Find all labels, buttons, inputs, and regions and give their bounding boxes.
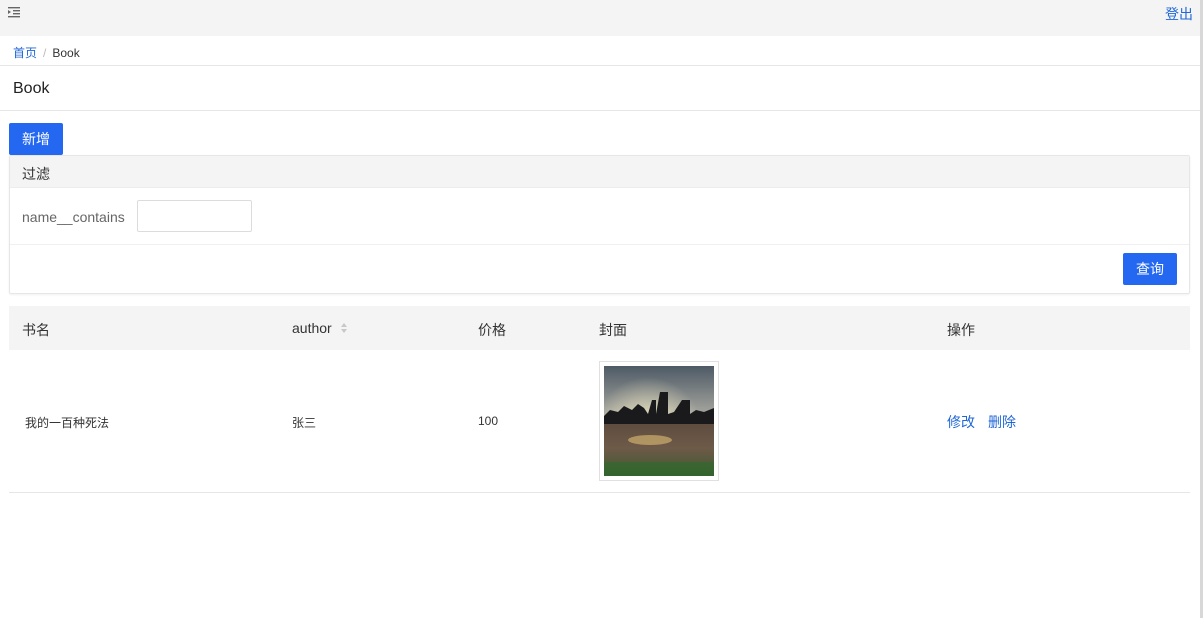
sort-icon[interactable] xyxy=(340,321,348,337)
cover-image[interactable] xyxy=(599,361,719,481)
breadcrumb: 首页 / Book xyxy=(13,44,80,61)
edit-link[interactable]: 修改 xyxy=(947,412,975,432)
logout-link[interactable]: 登出 xyxy=(1165,4,1193,24)
filter-body: name__contains xyxy=(10,188,1189,245)
cell-price: 100 xyxy=(478,414,499,428)
divider xyxy=(0,110,1200,111)
page-title: Book xyxy=(13,80,50,97)
column-header-price: 价格 xyxy=(478,322,506,338)
top-navbar: 登出 xyxy=(0,0,1203,36)
column-header-author[interactable]: author xyxy=(292,320,348,337)
cell-author: 张三 xyxy=(292,416,317,430)
column-header-cover: 封面 xyxy=(599,322,627,338)
query-button[interactable]: 查询 xyxy=(1123,253,1177,285)
table-header: 书名 author 价格 封面 操作 xyxy=(9,306,1190,350)
name-contains-label: name__contains xyxy=(22,209,125,225)
table-row: 我的一百种死法 张三 100 修改 删除 xyxy=(9,350,1190,493)
cell-book-name: 我的一百种死法 xyxy=(25,416,110,430)
column-header-author-label: author xyxy=(292,320,332,336)
column-header-name: 书名 xyxy=(22,322,50,338)
filter-title: 过滤 xyxy=(10,156,1189,188)
book-table: 书名 author 价格 封面 操作 我的一百种死法 张三 100 修改 删除 xyxy=(9,306,1190,493)
column-header-actions: 操作 xyxy=(947,322,975,338)
add-button[interactable]: 新增 xyxy=(9,123,63,155)
breadcrumb-current: Book xyxy=(52,46,80,60)
breadcrumb-home-link[interactable]: 首页 xyxy=(13,46,37,60)
divider xyxy=(0,65,1200,66)
menu-fold-icon[interactable] xyxy=(7,5,21,19)
city-sunset-photo xyxy=(604,366,714,476)
breadcrumb-separator: / xyxy=(43,46,47,60)
delete-link[interactable]: 删除 xyxy=(988,412,1016,432)
name-contains-input[interactable] xyxy=(137,200,252,232)
filter-panel: 过滤 name__contains 查询 xyxy=(9,155,1190,294)
